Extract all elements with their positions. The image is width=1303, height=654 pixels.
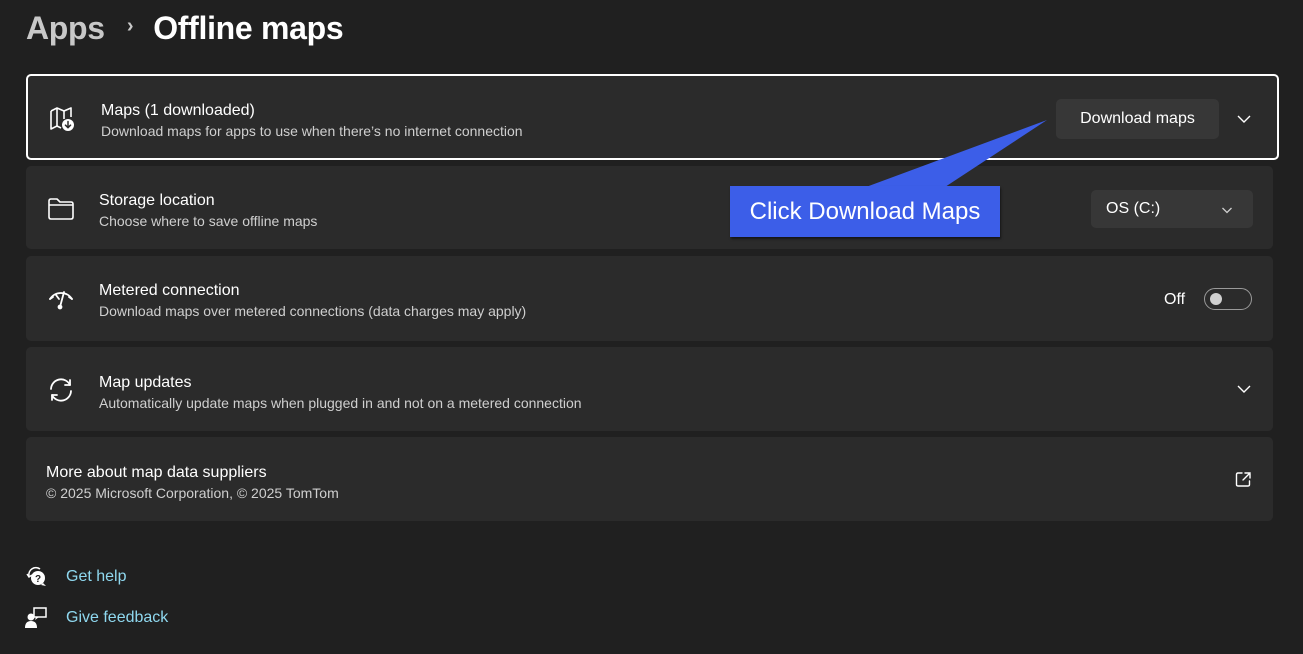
folder-icon <box>46 194 76 224</box>
storage-subtitle: Choose where to save offline maps <box>99 213 318 229</box>
metered-connection-icon <box>46 284 76 314</box>
toggle-knob <box>1210 293 1222 305</box>
metered-connection-toggle[interactable] <box>1204 288 1252 310</box>
sync-icon <box>46 375 76 405</box>
open-external-icon[interactable] <box>1235 471 1252 488</box>
chevron-down-icon <box>1222 207 1232 214</box>
storage-location-value: OS (C:) <box>1106 200 1161 217</box>
chevron-down-icon[interactable] <box>1236 111 1252 127</box>
get-help-icon: ? <box>24 565 48 589</box>
map-updates-card[interactable]: Map updates Automatically update maps wh… <box>26 347 1273 431</box>
map-updates-title: Map updates <box>99 374 192 391</box>
metered-title: Metered connection <box>99 282 240 299</box>
maps-card[interactable]: Maps (1 downloaded) Download maps for ap… <box>26 74 1279 160</box>
map-download-icon <box>48 104 78 134</box>
get-help-link[interactable]: ? Get help <box>24 565 126 589</box>
callout-annotation: Click Download Maps <box>730 186 1000 237</box>
breadcrumb-separator-icon: › <box>126 15 134 37</box>
svg-text:?: ? <box>35 574 41 585</box>
give-feedback-label: Give feedback <box>66 609 169 626</box>
metered-subtitle: Download maps over metered connections (… <box>99 303 527 319</box>
breadcrumb-apps-link[interactable]: Apps <box>26 10 105 47</box>
metered-toggle-label: Off <box>1164 291 1186 308</box>
get-help-label: Get help <box>66 568 127 585</box>
give-feedback-link[interactable]: Give feedback <box>24 606 168 630</box>
page-title: Offline maps <box>153 10 344 46</box>
breadcrumb: Apps › Offline maps <box>26 10 344 47</box>
maps-title: Maps (1 downloaded) <box>101 102 255 119</box>
storage-location-dropdown[interactable]: OS (C:) <box>1091 190 1253 228</box>
chevron-down-icon[interactable] <box>1236 381 1252 397</box>
maps-subtitle: Download maps for apps to use when there… <box>101 123 523 139</box>
map-data-suppliers-card[interactable]: More about map data suppliers © 2025 Mic… <box>26 437 1273 521</box>
storage-location-card: Storage location Choose where to save of… <box>26 166 1273 249</box>
metered-connection-card: Metered connection Download maps over me… <box>26 256 1273 341</box>
storage-title: Storage location <box>99 192 215 209</box>
suppliers-title: More about map data suppliers <box>46 464 267 481</box>
suppliers-subtitle: © 2025 Microsoft Corporation, © 2025 Tom… <box>46 485 339 501</box>
download-maps-button[interactable]: Download maps <box>1056 99 1219 139</box>
give-feedback-icon <box>24 606 48 630</box>
map-updates-subtitle: Automatically update maps when plugged i… <box>99 395 582 411</box>
